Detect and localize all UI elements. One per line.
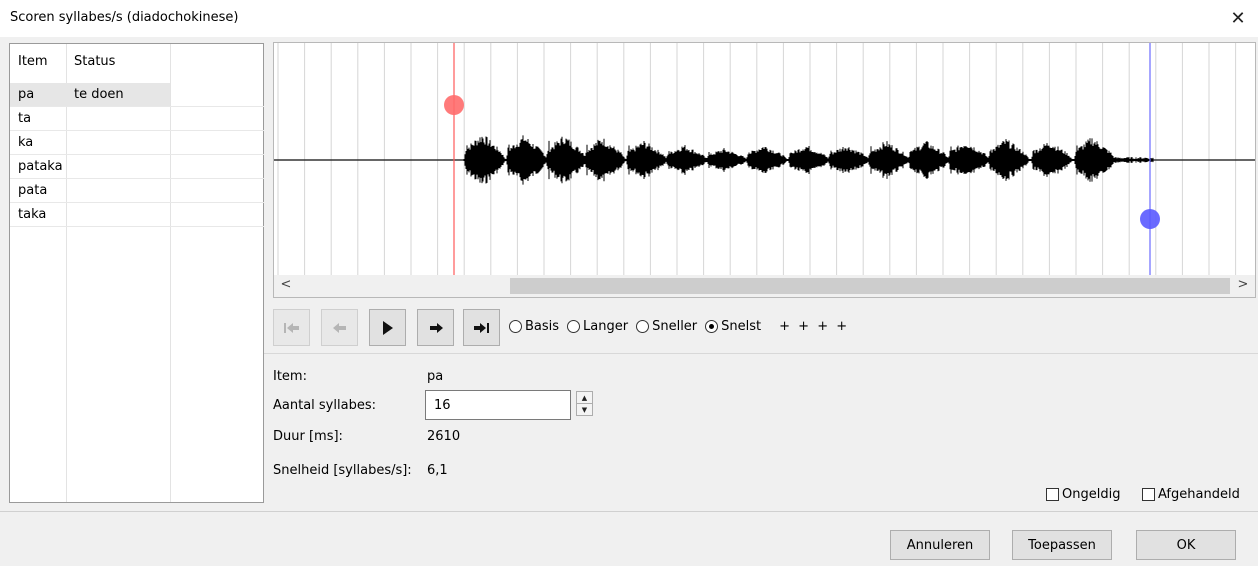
- noise-tail: [1111, 157, 1154, 163]
- item-name: pa: [18, 87, 35, 102]
- list-item[interactable]: pataka: [10, 155, 264, 179]
- syllable-burst: [787, 145, 831, 175]
- start-marker-handle[interactable]: [444, 95, 464, 115]
- syllables-label: Aantal syllabes:: [273, 398, 376, 413]
- speed-option-sneller[interactable]: Sneller: [636, 319, 697, 334]
- item-name: ta: [18, 111, 32, 126]
- step-back-button[interactable]: [321, 309, 358, 346]
- syllable-burst: [545, 136, 589, 184]
- radio-circle[interactable]: [705, 320, 719, 333]
- window-title: Scoren syllabes/s (diadochokinese): [10, 10, 239, 25]
- speed-options: Basis Langer Sneller Snelst + + + +: [509, 319, 849, 334]
- section-divider: [264, 353, 1258, 354]
- speed-label: Basis: [525, 319, 560, 334]
- syllable-burst: [625, 140, 669, 180]
- item-name: taka: [18, 207, 47, 222]
- syllable-burst: [745, 147, 789, 173]
- syllable-burst: [665, 145, 709, 175]
- syllable-burst: [583, 138, 627, 182]
- syllable-burst: [705, 148, 749, 172]
- speed-option-basis[interactable]: Basis: [509, 319, 559, 334]
- item-label: Item:: [273, 369, 307, 384]
- invalid-label: Ongeldig: [1062, 487, 1121, 502]
- radio-circle[interactable]: [509, 320, 522, 333]
- list-item[interactable]: pa te doen: [10, 83, 264, 107]
- syllables-stepper[interactable]: ▲ ▼: [576, 391, 593, 416]
- speed-label: Sneller: [652, 319, 698, 334]
- radio-circle[interactable]: [567, 320, 581, 333]
- syllable-burst: [947, 145, 991, 175]
- close-icon[interactable]: ✕: [1218, 0, 1258, 37]
- scroll-left-icon[interactable]: <: [276, 277, 296, 292]
- dialog-body: Item Status pa te doen ta ka pataka pata…: [0, 37, 1258, 566]
- syllable-burst: [1030, 143, 1074, 177]
- syllables-value: 16: [434, 398, 451, 413]
- item-value: pa: [427, 369, 444, 384]
- step-forward-button[interactable]: [417, 309, 454, 346]
- item-name: pata: [18, 183, 48, 198]
- invalid-checkbox[interactable]: Ongeldig: [1046, 487, 1120, 502]
- plus-indicators: + + + +: [779, 319, 850, 334]
- handled-checkbox[interactable]: Afgehandeld: [1142, 487, 1240, 502]
- skip-start-icon: [283, 322, 299, 333]
- syllable-burst: [1073, 138, 1117, 182]
- spin-up-icon[interactable]: ▲: [577, 392, 592, 404]
- list-item[interactable]: ta: [10, 107, 264, 131]
- cancel-button[interactable]: Annuleren: [890, 530, 990, 560]
- speed-option-langer[interactable]: Langer: [567, 319, 628, 334]
- horizontal-scrollbar[interactable]: < >: [274, 275, 1255, 297]
- column-header-item[interactable]: Item: [18, 54, 48, 69]
- waveform-panel[interactable]: < >: [273, 42, 1256, 298]
- title-bar: Scoren syllabes/s (diadochokinese) ✕: [0, 0, 1258, 37]
- duration-value: 2610: [427, 429, 461, 444]
- duration-label: Duur [ms]:: [273, 429, 343, 444]
- syllables-input[interactable]: 16: [425, 390, 571, 420]
- column-header-status[interactable]: Status: [74, 54, 115, 69]
- playback-controls: Basis Langer Sneller Snelst + + + +: [273, 309, 973, 349]
- play-icon: [382, 320, 393, 335]
- scroll-thumb[interactable]: [510, 278, 1230, 294]
- syllable-burst: [907, 140, 951, 180]
- skip-end-icon: [473, 322, 489, 333]
- item-name: ka: [18, 135, 34, 150]
- footer-divider: [0, 511, 1258, 512]
- play-button[interactable]: [369, 309, 406, 346]
- handled-label: Afgehandeld: [1158, 487, 1240, 502]
- list-item[interactable]: taka: [10, 203, 264, 227]
- checkbox-box[interactable]: [1142, 488, 1155, 501]
- syllable-burst: [463, 136, 507, 184]
- item-status: te doen: [74, 87, 124, 102]
- go-end-button[interactable]: [463, 309, 500, 346]
- ok-button[interactable]: OK: [1136, 530, 1236, 560]
- waveform-plot[interactable]: [274, 43, 1255, 277]
- list-item[interactable]: pata: [10, 179, 264, 203]
- syllable-burst: [867, 141, 911, 179]
- list-header: Item Status: [10, 44, 263, 83]
- arrow-left-icon: [332, 322, 346, 333]
- apply-button[interactable]: Toepassen: [1012, 530, 1112, 560]
- syllable-burst: [987, 139, 1031, 181]
- item-list[interactable]: Item Status pa te doen ta ka pataka pata…: [9, 43, 264, 503]
- syllable-burst: [505, 135, 549, 185]
- spin-down-icon[interactable]: ▼: [577, 404, 592, 416]
- list-item[interactable]: ka: [10, 131, 264, 155]
- radio-circle[interactable]: [636, 320, 650, 333]
- arrow-right-icon: [429, 322, 443, 333]
- end-marker-handle[interactable]: [1140, 209, 1160, 229]
- speed-value: 6,1: [427, 463, 448, 478]
- speed-label: Snelheid [syllabes/s]:: [273, 463, 412, 478]
- go-start-button[interactable]: [273, 309, 310, 346]
- speed-label: Langer: [583, 319, 629, 334]
- speed-label: Snelst: [721, 319, 762, 334]
- item-name: pataka: [18, 159, 63, 174]
- checkbox-box[interactable]: [1046, 488, 1059, 501]
- scroll-right-icon[interactable]: >: [1233, 277, 1253, 292]
- speed-option-snelst[interactable]: Snelst: [705, 319, 761, 334]
